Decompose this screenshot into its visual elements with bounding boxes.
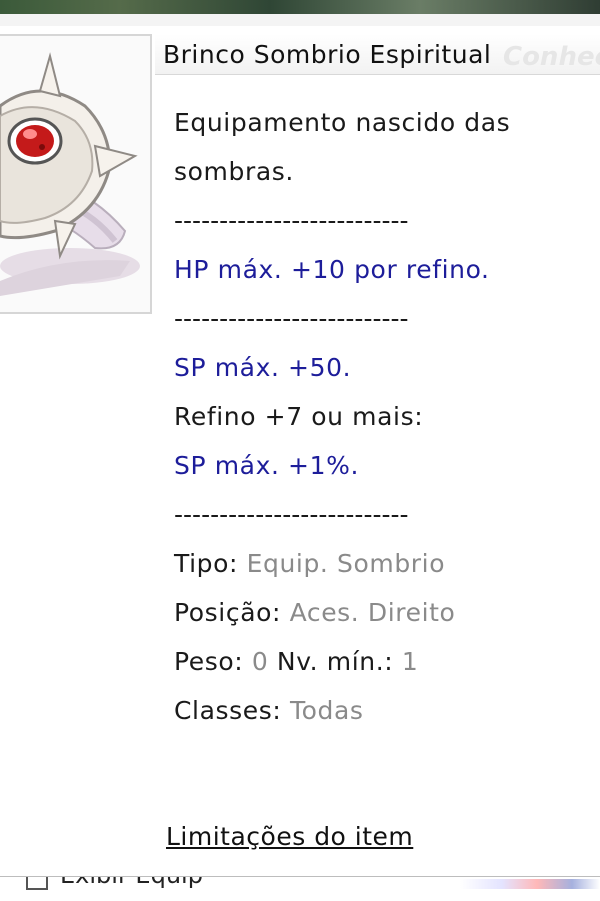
type-row: Tipo: Equip. Sombrio: [174, 539, 584, 588]
background-decoration: [460, 879, 600, 889]
separator-line: --------------------------: [174, 304, 409, 333]
type-label: Tipo:: [174, 549, 239, 578]
bonus-sp-percent-line: SP máx. +1%.: [174, 451, 360, 480]
item-description: Equipamento nascido das sombras. -------…: [174, 98, 584, 735]
level-value: 1: [401, 647, 419, 676]
position-row: Posição: Aces. Direito: [174, 588, 584, 637]
level-label: Nv. mín.:: [276, 647, 394, 676]
weight-label: Peso:: [174, 647, 244, 676]
item-name-title: Brinco Sombrio Espiritual: [163, 40, 492, 69]
position-value: Aces. Direito: [289, 598, 456, 627]
separator-line: --------------------------: [174, 500, 409, 529]
classes-row: Classes: Todas: [174, 686, 584, 735]
item-image-frame: [0, 34, 152, 314]
bonus-sp-line: SP máx. +50.: [174, 353, 352, 382]
item-limitations-link[interactable]: Limitações do item: [166, 822, 413, 851]
type-value: Equip. Sombrio: [246, 549, 446, 578]
refine-condition-line: Refino +7 ou mais:: [174, 402, 424, 431]
background-label: Exibir Equip: [60, 877, 203, 889]
earring-icon: [0, 52, 140, 296]
description-line: sombras.: [174, 157, 294, 186]
title-watermark: Conhec: [502, 42, 600, 72]
classes-label: Classes:: [174, 696, 282, 725]
position-label: Posição:: [174, 598, 282, 627]
weight-level-row: Peso: 0 Nv. mín.: 1: [174, 637, 584, 686]
bonus-hp-line: HP máx. +10 por refino.: [174, 255, 490, 284]
weight-value: 0: [251, 647, 269, 676]
classes-value: Todas: [289, 696, 364, 725]
background-window-fragment: Exibir Equip: [0, 876, 600, 901]
separator-line: --------------------------: [174, 206, 409, 235]
item-info-window: Conhec Brinco Sombrio Espiritual Equipam…: [0, 26, 600, 876]
description-line: Equipamento nascido das: [174, 108, 511, 137]
window-title-bar[interactable]: Conhec Brinco Sombrio Espiritual: [155, 34, 600, 75]
background-checkbox[interactable]: [26, 877, 48, 890]
background-game-scene: [0, 0, 600, 14]
